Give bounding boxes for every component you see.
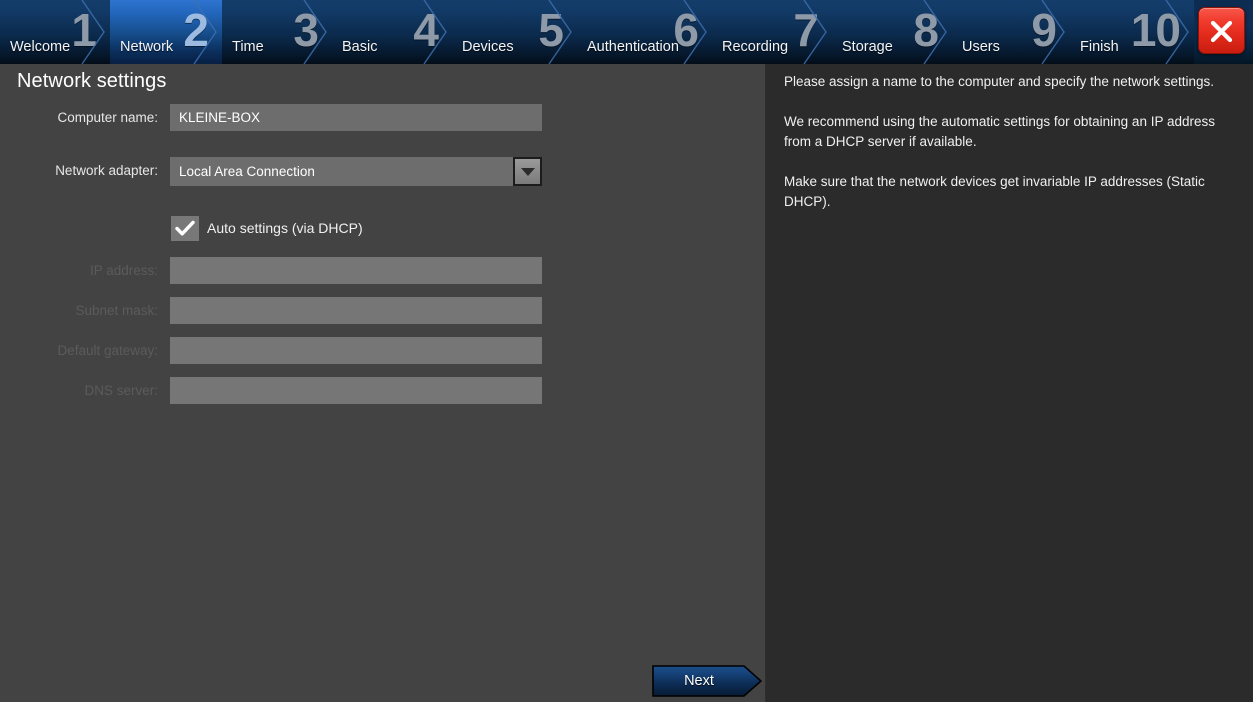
step-time[interactable]: 3 Time [222, 0, 332, 64]
default-gateway-label: Default gateway: [57, 343, 158, 358]
row-auto-dhcp: Auto settings (via DHCP) [0, 216, 765, 256]
row-network-adapter: Network adapter: Local Area Connection [0, 157, 765, 197]
help-panel: Please assign a name to the computer and… [765, 64, 1253, 702]
step-number: 7 [793, 4, 819, 56]
close-button[interactable] [1198, 7, 1245, 54]
step-label: Network [120, 39, 174, 55]
wizard-step-bar: 1 Welcome 2 Network 3 Time 4 Basic 5 Devices 6 Auth… [0, 0, 1253, 64]
close-x-icon [1210, 20, 1233, 43]
step-users[interactable]: 9 Users [952, 0, 1070, 64]
ip-address-label: IP address: [89, 263, 158, 278]
step-label: Basic [342, 39, 378, 55]
next-button[interactable]: Next [652, 665, 762, 697]
page-title: Network settings [17, 70, 167, 92]
row-default-gateway: Default gateway: [0, 337, 765, 377]
main-panel: Network settings Computer name: Network … [0, 64, 765, 702]
row-computer-name: Computer name: [0, 104, 765, 144]
step-label: Devices [462, 39, 514, 55]
step-number: 10 [1130, 4, 1181, 56]
help-paragraph-1: Please assign a name to the computer and… [784, 74, 1214, 89]
auto-dhcp-label: Auto settings (via DHCP) [207, 220, 363, 236]
network-settings-form: Computer name: Network adapter: Local Ar… [0, 104, 765, 417]
row-dns-server: DNS server: [0, 377, 765, 417]
help-paragraph-2: We recommend using the automatic setting… [784, 113, 1215, 150]
step-label: Recording [722, 39, 789, 55]
step-basic[interactable]: 4 Basic [332, 0, 452, 64]
step-recording[interactable]: 7 Recording [712, 0, 832, 64]
checkmark-icon [175, 220, 195, 236]
network-adapter-label: Network adapter: [55, 163, 158, 178]
step-number: 2 [183, 4, 209, 56]
step-storage[interactable]: 8 Storage [832, 0, 952, 64]
ip-address-input [170, 257, 542, 284]
step-number: 4 [413, 4, 439, 56]
step-devices[interactable]: 5 Devices [452, 0, 577, 64]
step-finish[interactable]: 10 Finish [1070, 0, 1194, 64]
step-number: 1 [71, 4, 97, 56]
computer-name-input[interactable] [170, 104, 542, 131]
row-subnet-mask: Subnet mask: [0, 297, 765, 337]
step-number: 8 [913, 4, 939, 56]
step-list: 1 Welcome 2 Network 3 Time 4 Basic 5 Devices 6 Auth… [0, 0, 1194, 64]
step-number: 9 [1031, 4, 1057, 56]
step-network[interactable]: 2 Network [110, 0, 222, 64]
chevron-down-icon[interactable] [513, 157, 542, 186]
step-label: Time [232, 39, 264, 55]
step-label: Finish [1080, 39, 1119, 55]
subnet-mask-label: Subnet mask: [75, 303, 158, 318]
subnet-mask-input [170, 297, 542, 324]
dns-server-input [170, 377, 542, 404]
next-button-shape [652, 665, 762, 697]
step-label: Welcome [10, 39, 71, 55]
step-number: 5 [538, 4, 564, 56]
network-adapter-select[interactable]: Local Area Connection [170, 157, 542, 186]
help-text: Please assign a name to the computer and… [784, 72, 1239, 213]
help-paragraph-3: Make sure that the network devices get i… [784, 173, 1205, 210]
step-label: Authentication [587, 39, 679, 55]
dns-server-label: DNS server: [84, 383, 158, 398]
step-authentication[interactable]: 6 Authentication [577, 0, 712, 64]
step-number: 3 [293, 4, 319, 56]
step-welcome[interactable]: 1 Welcome [0, 0, 110, 64]
default-gateway-input [170, 337, 542, 364]
row-ip-address: IP address: [0, 257, 765, 297]
wizard-window: 1 Welcome 2 Network 3 Time 4 Basic 5 Devices 6 Auth… [0, 0, 1253, 702]
auto-dhcp-checkbox[interactable] [171, 216, 199, 241]
step-label: Users [962, 39, 1000, 55]
chevron-down-glyph [520, 167, 535, 176]
computer-name-label: Computer name: [57, 110, 158, 125]
network-adapter-value: Local Area Connection [170, 157, 542, 186]
step-label: Storage [842, 39, 893, 55]
